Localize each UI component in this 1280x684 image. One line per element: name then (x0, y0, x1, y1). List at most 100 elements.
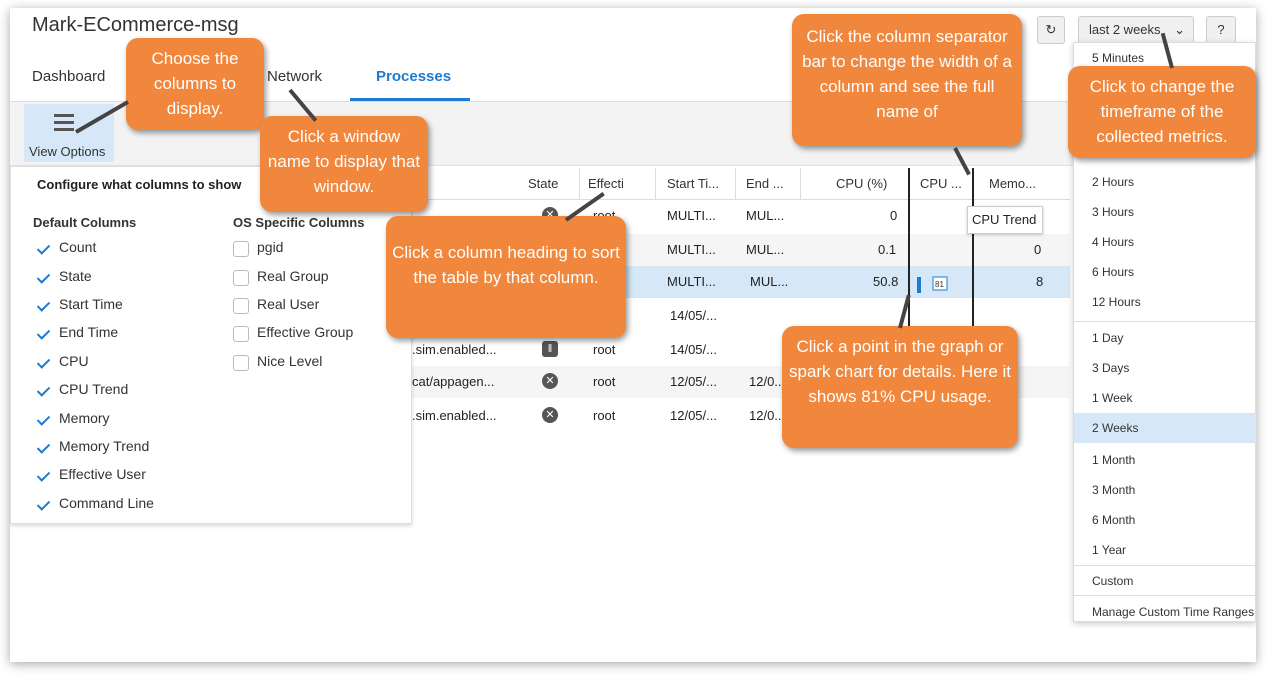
timeframe-option[interactable]: 1 Day (1074, 323, 1256, 353)
timeframe-option[interactable]: 1 Month (1074, 445, 1256, 475)
timeframe-option[interactable]: 2 Hours (1074, 167, 1256, 197)
tab-dashboard[interactable]: Dashboard (32, 68, 105, 85)
cell-command: cat/appagen... (412, 374, 495, 389)
timeframe-option[interactable]: 12 Hours (1074, 287, 1256, 317)
column-separator[interactable] (655, 168, 656, 200)
checkbox-icon (35, 241, 51, 257)
cell-memory: 8 (1036, 274, 1044, 289)
paused-icon: ‖ (542, 341, 558, 357)
cell-end: MUL... (750, 274, 789, 289)
col-header-cpu[interactable]: CPU (%) (836, 176, 887, 191)
cell-memory: 0 (1034, 242, 1042, 257)
refresh-button[interactable]: ↻ (1037, 16, 1065, 44)
os-columns-heading: OS Specific Columns (233, 215, 365, 230)
checkbox-label: Memory (59, 410, 110, 426)
active-tab-indicator (350, 98, 470, 101)
col-header-effective-user[interactable]: Effecti (588, 176, 624, 191)
timeframe-option[interactable]: 6 Hours (1074, 257, 1256, 287)
chevron-down-icon: ⌄ (1174, 22, 1185, 37)
help-button[interactable]: ? (1206, 16, 1236, 44)
timeframe-option[interactable]: 3 Month (1074, 475, 1256, 505)
checkbox-label: State (59, 268, 92, 284)
cell-end: 12/0... (749, 374, 786, 389)
cell-start: 14/05/... (670, 308, 717, 323)
checkbox-label: Count (59, 239, 97, 255)
timeframe-select[interactable]: last 2 weeks ⌄ (1078, 16, 1194, 44)
cell-user: root (593, 342, 616, 357)
checkbox-icon (35, 497, 51, 513)
col-header-state[interactable]: State (528, 176, 558, 191)
checkbox-label: Real Group (257, 268, 329, 284)
cell-end: MUL... (746, 242, 785, 257)
column-separator[interactable] (800, 168, 801, 200)
checkbox-icon (35, 355, 51, 371)
timeframe-option[interactable]: 3 Days (1074, 353, 1256, 383)
cell-cpu: 0.1 (878, 242, 897, 257)
checkbox-icon (233, 298, 249, 314)
cell-start: 12/05/... (670, 374, 717, 389)
checkbox-label: pgid (257, 239, 284, 255)
checkbox-icon (233, 270, 249, 286)
cell-end: MUL... (746, 208, 785, 223)
timeframe-option[interactable]: 6 Month (1074, 505, 1256, 535)
timeframe-option[interactable]: 1 Week (1074, 383, 1256, 413)
checkbox-icon (35, 298, 51, 314)
callout-window-name: Click a window name to display that wind… (260, 116, 428, 212)
table-header: State Effecti Start Ti... End ... CPU (%… (410, 168, 1070, 200)
cell-start: MULTI... (667, 274, 716, 289)
stopped-icon: ✕ (542, 373, 558, 389)
checkbox-label: Start Time (59, 296, 123, 312)
menu-divider (1074, 321, 1256, 322)
spark-value: 81 (935, 280, 944, 289)
col-header-end-time[interactable]: End ... (746, 176, 784, 191)
checkbox-label: Command Line (59, 495, 154, 511)
timeframe-option-selected[interactable]: 2 Weeks (1074, 413, 1256, 443)
column-separator[interactable] (735, 168, 736, 200)
timeframe-option[interactable]: 4 Hours (1074, 227, 1256, 257)
manage-time-ranges-option[interactable]: Manage Custom Time Ranges (1074, 597, 1256, 627)
col-header-memory[interactable]: Memo... (989, 176, 1036, 191)
callout-timeframe: Click to change the timeframe of the col… (1068, 66, 1256, 158)
menu-icon (54, 114, 74, 131)
checkbox-icon (35, 468, 51, 484)
cell-user: root (593, 374, 616, 389)
cpu-trend-tooltip: CPU Trend (967, 206, 1043, 234)
timeframe-option[interactable]: Custom (1074, 566, 1256, 596)
checkbox-icon (233, 355, 249, 371)
col-header-cpu-trend[interactable]: CPU ... (920, 176, 962, 191)
cell-command: .sim.enabled... (412, 342, 497, 357)
cell-command: .sim.enabled... (412, 408, 497, 423)
checkbox-label: End Time (59, 324, 119, 340)
checkbox-label: Effective Group (257, 324, 354, 340)
menu-divider (1074, 595, 1256, 596)
col-header-start-time[interactable]: Start Ti... (667, 176, 719, 191)
tab-network[interactable]: Network (267, 68, 322, 85)
page-title: Mark-ECommerce-msg (32, 14, 239, 36)
checkbox-icon (35, 270, 51, 286)
checkbox-icon (233, 326, 249, 342)
column-separator[interactable] (579, 168, 580, 200)
checkbox-icon (35, 383, 51, 399)
callout-choose-columns: Choose the columns to display. (126, 38, 264, 130)
checkbox-label: Effective User (59, 466, 146, 482)
refresh-icon: ↻ (1045, 22, 1057, 37)
checkbox-label: Real User (257, 296, 320, 312)
checkbox-icon (233, 241, 249, 257)
callout-chart-point: Click a point in the graph or spark char… (782, 326, 1018, 448)
cpu-spark-chart[interactable]: 81 (915, 273, 955, 297)
tab-processes[interactable]: Processes (376, 68, 451, 85)
cell-start: MULTI... (667, 208, 716, 223)
cell-cpu: 50.8 (873, 274, 899, 289)
callout-column-separator: Click the column separator bar to change… (792, 14, 1022, 146)
cell-user: root (593, 408, 616, 423)
default-columns-heading: Default Columns (33, 215, 137, 230)
timeframe-option[interactable]: 1 Year (1074, 535, 1256, 565)
view-options-button[interactable]: View Options (24, 104, 114, 162)
timeframe-option[interactable]: 3 Hours (1074, 197, 1256, 227)
timeframe-selected: last 2 weeks (1089, 22, 1161, 37)
checkbox-icon (35, 412, 51, 428)
checkbox-label: CPU (59, 353, 89, 369)
view-options-label: View Options (29, 144, 106, 159)
checkbox-icon (35, 440, 51, 456)
checkbox-icon (35, 326, 51, 342)
